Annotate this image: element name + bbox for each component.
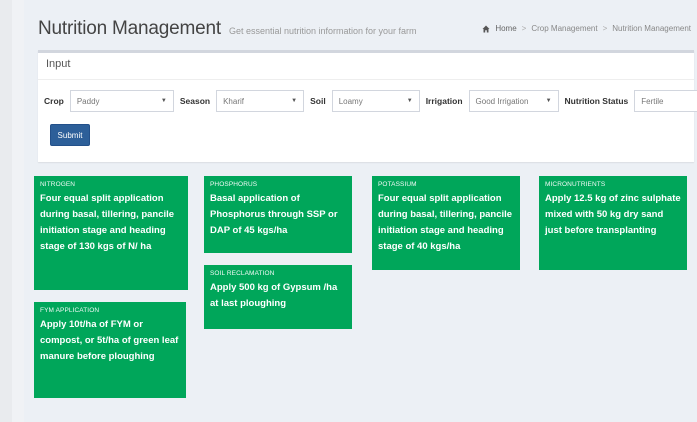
page-subtitle: Get essential nutrition information for … <box>228 26 417 36</box>
card-text: Four equal split application during basa… <box>40 193 175 252</box>
home-icon[interactable] <box>482 25 490 33</box>
card-text: Basal application of Phosphorus through … <box>210 193 338 236</box>
main-content: Nutrition Management Get essential nutri… <box>24 0 697 422</box>
micronutrients-card: MICRONUTRIENTS Apply 12.5 kg of zinc sul… <box>539 176 687 270</box>
season-select[interactable]: Kharif ▼ <box>216 90 305 112</box>
panel-divider <box>38 79 694 80</box>
nutrition-status-label: Nutrition Status <box>564 96 629 106</box>
page-title: Nutrition Management <box>38 18 221 39</box>
nitrogen-card: NITROGEN Four equal split application du… <box>34 176 188 290</box>
irrigation-select[interactable]: Good Irrigation ▼ <box>468 90 559 112</box>
crop-label: Crop <box>44 96 64 106</box>
phosphorus-card: PHOSPHORUS Basal application of Phosphor… <box>204 176 352 253</box>
card-category: NITROGEN <box>40 181 76 188</box>
breadcrumb-current: Nutrition Management <box>612 24 691 33</box>
card-text: Apply 500 kg of Gypsum /ha at last ploug… <box>210 282 338 309</box>
season-label: Season <box>179 96 211 106</box>
card-text: Apply 10t/ha of FYM or compost, or 5t/ha… <box>40 319 179 362</box>
breadcrumb-crop-management[interactable]: Crop Management <box>531 24 597 33</box>
breadcrumb-home[interactable]: Home <box>495 24 516 33</box>
submit-button[interactable]: Submit <box>50 124 90 146</box>
soil-select-value: Loamy <box>338 96 363 106</box>
chevron-down-icon: ▼ <box>545 98 552 104</box>
chevron-down-icon: ▼ <box>406 98 413 104</box>
crop-select[interactable]: Paddy ▼ <box>69 90 174 112</box>
breadcrumb-separator: > <box>521 24 527 33</box>
sidebar-edge <box>0 0 12 422</box>
input-panel: Input Crop Paddy ▼ Season Kharif ▼ Soil … <box>38 50 697 162</box>
potassium-card: POTASSIUM Four equal split application d… <box>372 176 520 270</box>
season-select-value: Kharif <box>223 96 244 106</box>
irrigation-select-value: Good Irrigation <box>475 96 529 106</box>
nutrition-status-select-value: Fertile <box>641 96 664 106</box>
input-panel-title: Input <box>46 58 71 70</box>
card-category: MICRONUTRIENTS <box>545 181 606 188</box>
card-text: Apply 12.5 kg of zinc sulphate mixed wit… <box>545 193 681 236</box>
breadcrumb-separator: > <box>602 24 608 33</box>
card-category: PHOSPHORUS <box>210 181 258 188</box>
card-category: POTASSIUM <box>378 181 417 188</box>
breadcrumb: Home > Crop Management > Nutrition Manag… <box>482 24 691 33</box>
card-text: Four equal split application during basa… <box>378 193 513 252</box>
irrigation-label: Irrigation <box>425 96 463 106</box>
soil-select[interactable]: Loamy ▼ <box>331 90 420 112</box>
input-form-row: Crop Paddy ▼ Season Kharif ▼ Soil Loamy … <box>44 90 697 112</box>
page-header: Nutrition Management Get essential nutri… <box>38 18 417 40</box>
card-category: SOIL RECLAMATION <box>210 270 275 277</box>
chevron-down-icon: ▼ <box>291 98 298 104</box>
soil-label: Soil <box>310 96 326 106</box>
card-category: FYM APPLICATION <box>40 307 100 314</box>
crop-select-value: Paddy <box>76 96 100 106</box>
soil-reclamation-card: SOIL RECLAMATION Apply 500 kg of Gypsum … <box>204 265 352 329</box>
fym-application-card: FYM APPLICATION Apply 10t/ha of FYM or c… <box>34 302 186 398</box>
chevron-down-icon: ▼ <box>160 98 167 104</box>
nutrition-status-select[interactable]: Fertile ▼ <box>634 90 697 112</box>
